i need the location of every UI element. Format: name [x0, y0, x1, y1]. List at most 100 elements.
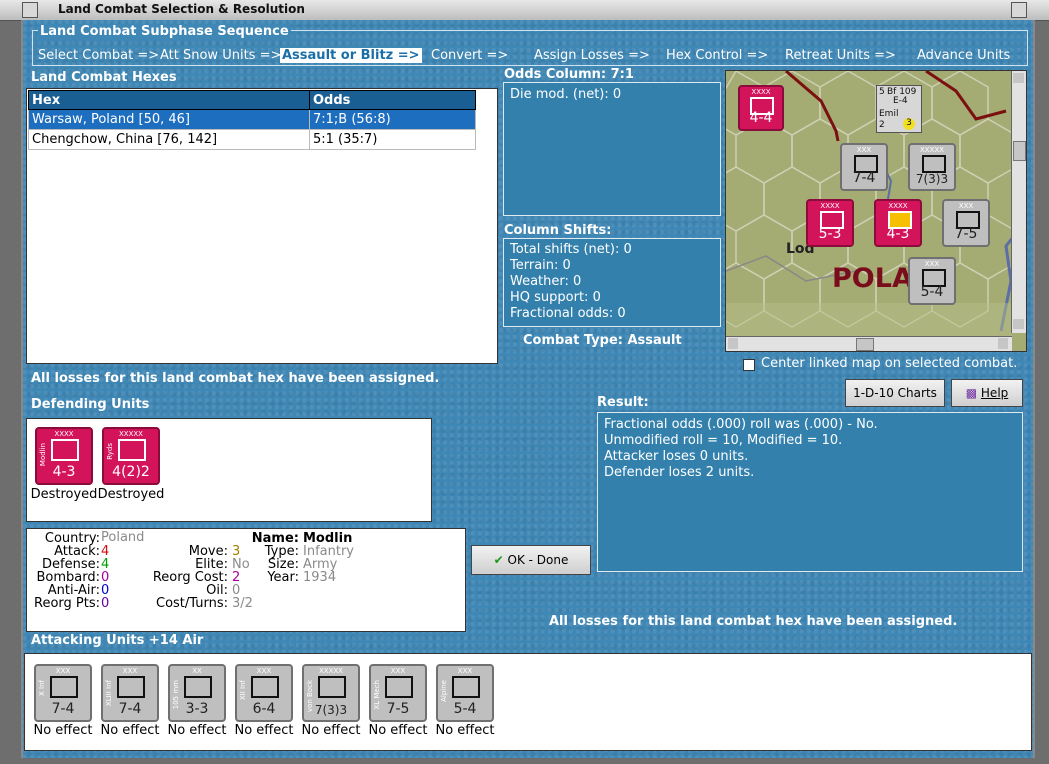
- unit-size-label: XX: [192, 667, 202, 675]
- scroll-left-icon[interactable]: [728, 338, 738, 349]
- result-line: Unmodified roll = 10, Modified = 10.: [604, 433, 843, 448]
- center-map-checkbox[interactable]: [743, 359, 755, 371]
- map-counter[interactable]: XXXX 4-3: [874, 199, 922, 247]
- hex-cell[interactable]: Chengchow, China [76, 142]: [28, 129, 310, 150]
- checkmark-icon: ✔: [493, 553, 504, 567]
- air-right-value: 3: [903, 118, 915, 130]
- unit-size-label: XXXXX: [319, 667, 343, 675]
- window-title: Land Combat Selection & Resolution: [58, 2, 305, 16]
- column-header-odds[interactable]: Odds: [309, 90, 476, 110]
- step-hex-control: Hex Control =>: [666, 48, 769, 63]
- unit-info-panel: Country: Poland Attack: 4 Defense: 4 Bom…: [26, 528, 466, 632]
- horizontal-scroll-thumb[interactable]: [856, 338, 874, 351]
- unit-status: No effect: [33, 723, 93, 738]
- result-line: Fractional odds (.000) roll was (.000) -…: [604, 417, 878, 432]
- map-counter[interactable]: XXXX 4-4: [738, 85, 784, 131]
- total-shifts-text: Total shifts (net): 0: [510, 242, 632, 257]
- help-button[interactable]: ▩ Help: [951, 379, 1023, 407]
- unit-status: No effect: [167, 723, 227, 738]
- die-mod-text: Die mod. (net): 0: [510, 87, 622, 102]
- map-vertical-scrollbar[interactable]: [1011, 71, 1026, 333]
- scroll-down-icon[interactable]: [1013, 319, 1024, 329]
- attacking-unit-counter[interactable]: XXX Alpine 5-4: [436, 664, 494, 722]
- unit-name-label: Alpine: [440, 680, 448, 702]
- scroll-right-icon[interactable]: [998, 338, 1008, 349]
- result-title: Result:: [597, 395, 649, 410]
- table-row[interactable]: Chengchow, China [76, 142] 5:1 (35:7): [28, 129, 476, 150]
- attacking-unit-counter[interactable]: XXX XL Mech 7-5: [369, 664, 427, 722]
- unit-status: No effect: [100, 723, 160, 738]
- infantry-icon: [922, 155, 946, 173]
- unit-status: No effect: [301, 723, 361, 738]
- attacking-unit-counter[interactable]: XXX X Inf 7-4: [34, 664, 92, 722]
- title-bar[interactable]: Land Combat Selection & Resolution: [0, 0, 1049, 21]
- hq-support-text: HQ support: 0: [510, 290, 601, 305]
- unit-size-label: XXX: [55, 667, 71, 675]
- vertical-scroll-thumb[interactable]: [1013, 141, 1026, 161]
- column-header-hex[interactable]: Hex: [28, 90, 310, 110]
- air-name-label: Emil: [879, 109, 899, 119]
- step-select-combat: Select Combat =>: [38, 48, 160, 63]
- unit-strength: 7(3)3: [314, 703, 348, 717]
- step-advance-units: Advance Units: [917, 48, 1011, 63]
- map-counter[interactable]: XXX 5-4: [908, 257, 956, 305]
- unit-size-label: XXX: [457, 667, 473, 675]
- unit-size-label: XXXXX: [920, 146, 944, 154]
- scroll-up-icon[interactable]: [1013, 73, 1024, 83]
- close-icon[interactable]: [1011, 2, 1027, 18]
- odds-cell[interactable]: 5:1 (35:7): [309, 129, 476, 150]
- unit-strength: 4(2)2: [112, 464, 150, 480]
- ok-done-button[interactable]: ✔ OK - Done: [471, 545, 591, 575]
- unit-size-label: XXX: [122, 667, 138, 675]
- hexes-table: Hex Odds Warsaw, Poland [50, 46] 7:1;B (…: [28, 90, 476, 150]
- table-row[interactable]: Warsaw, Poland [50, 46] 7:1;B (56:8): [28, 109, 476, 130]
- unit-name-label: X Inf: [38, 680, 46, 696]
- unit-status: Destroyed: [97, 487, 165, 502]
- defending-unit-counter[interactable]: XXXX Modlin 4-3: [35, 427, 93, 485]
- system-menu-icon[interactable]: [22, 2, 38, 18]
- charts-button[interactable]: 1-D-10 Charts: [845, 379, 945, 407]
- map-counter[interactable]: XXX 7-5: [942, 199, 990, 247]
- unit-status: Destroyed: [30, 487, 98, 502]
- unit-strength: 4-4: [749, 110, 773, 126]
- map-counter[interactable]: XXXXX 7(3)3: [908, 143, 956, 191]
- result-panel: Fractional odds (.000) roll was (.000) -…: [597, 412, 1023, 572]
- unit-strength: 5-4: [920, 284, 944, 300]
- map-counter[interactable]: XXXX 5-3: [806, 199, 854, 247]
- map-counter[interactable]: XXX 7-4: [840, 143, 888, 191]
- unit-strength: 6-4: [252, 701, 276, 717]
- attacking-unit-counter[interactable]: XXX XII Inf 6-4: [235, 664, 293, 722]
- air-unit-counter[interactable]: 5 Bf 109 E-4 Emil 2 3: [876, 85, 922, 133]
- unit-status: No effect: [368, 723, 428, 738]
- column-shifts-panel: Total shifts (net): 0 Terrain: 0 Weather…: [503, 238, 721, 327]
- unit-strength: 3-3: [185, 701, 209, 717]
- unit-size-label: XXXX: [751, 88, 771, 96]
- losses-assigned-message: All losses for this land combat hex have…: [31, 371, 440, 386]
- unit-strength: 4-3: [886, 226, 910, 242]
- infantry-icon: [117, 676, 145, 698]
- artillery-icon: [184, 676, 212, 698]
- unit-strength: 5-3: [818, 226, 842, 242]
- infantry-icon: [251, 676, 279, 698]
- odds-cell[interactable]: 7:1;B (56:8): [309, 109, 476, 130]
- attacking-unit-counter[interactable]: XXXXX von Bock 7(3)3: [302, 664, 360, 722]
- unit-strength: 7(3)3: [915, 172, 949, 186]
- infantry-icon: [50, 676, 78, 698]
- hex-cell[interactable]: Warsaw, Poland [50, 46]: [28, 109, 310, 130]
- attacking-unit-counter[interactable]: XX 105 mm 3-3: [168, 664, 226, 722]
- mountain-icon: [452, 676, 480, 698]
- center-map-label: Center linked map on selected combat.: [761, 356, 1018, 371]
- attacking-unit-counter[interactable]: XXX XLIII Inf 7-4: [101, 664, 159, 722]
- map-label-poland: POLA: [832, 263, 913, 294]
- hexes-table-panel: Hex Odds Warsaw, Poland [50, 46] 7:1;B (…: [26, 88, 498, 364]
- air-variant-label: E-4: [893, 96, 908, 106]
- infantry-icon: [51, 439, 79, 461]
- defending-unit-counter[interactable]: XXXXX Ryds 4(2)2: [102, 427, 160, 485]
- linked-map[interactable]: Lod POLA XXXX 4-4 5 Bf 109 E-4 Emil 2 3 …: [725, 70, 1027, 352]
- defending-units-title: Defending Units: [31, 397, 150, 412]
- weather-text: Weather: 0: [510, 274, 582, 289]
- unit-size-label: XXXX: [820, 202, 840, 210]
- map-horizontal-scrollbar[interactable]: [726, 336, 1012, 351]
- unit-name-label: Modlin: [39, 443, 47, 467]
- combat-type-text: Combat Type: Assault: [523, 333, 682, 348]
